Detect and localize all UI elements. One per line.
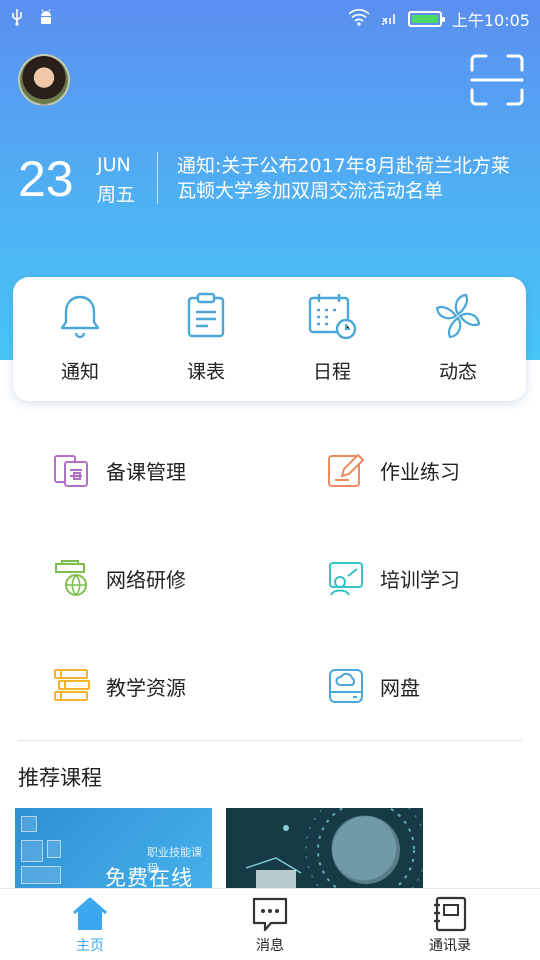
graduation-globe-icon [55,560,87,596]
tab-label: 消息 [256,938,284,954]
date-day: 23 [18,151,74,207]
training-board-icon [329,562,363,596]
cloud-drive-icon [329,669,363,703]
pinwheel-icon [435,293,481,339]
grid-item-label: 备课管理 [106,459,186,484]
grid-item-training[interactable]: 培训学习 [326,558,460,598]
grid-item-resources[interactable]: 教学资源 [52,666,186,706]
course-title: 免费在线学习 [105,866,193,888]
date-divider [157,152,158,204]
user-avatar[interactable] [18,54,70,106]
quick-action-label: 通知 [60,361,99,383]
usb-icon [10,8,24,30]
status-time: 上午10:05 [451,11,530,30]
notice-text[interactable]: 通知:关于公布2017年8月赴荷兰北方莱瓦顿大学参加双周交流活动名单 [177,154,522,204]
tab-home[interactable]: 主页 [40,895,140,955]
quick-action-notice[interactable]: 通知 [35,291,125,384]
decorative-square [21,816,37,832]
battery-icon [407,11,445,27]
date-weekday: 周五 [97,184,136,206]
tab-messages[interactable]: 消息 [220,895,320,955]
bell-icon [60,295,100,339]
quick-action-calendar[interactable]: 日程 [287,291,377,384]
books-icon [54,669,90,701]
quick-action-feed[interactable]: 动态 [413,291,503,384]
bottom-tab-bar: 主页 消息 通讯录 [0,888,540,960]
grid-item-label: 作业练习 [380,459,460,484]
grid-item-label: 教学资源 [106,675,186,700]
course-card[interactable]: 职业技能课程 免费在线学习 [15,808,212,888]
android-icon [38,8,54,30]
tab-label: 通讯录 [429,938,471,954]
decorative-square [47,840,61,858]
decorative-square [21,866,61,884]
grid-item-label: 培训学习 [380,567,460,592]
quick-action-label: 课表 [186,361,225,383]
grid-item-cloud-drive[interactable]: 网盘 [326,666,420,706]
wifi-icon [348,8,370,30]
quick-action-schedule[interactable]: 课表 [161,291,251,384]
globe-network-image [245,808,423,888]
message-icon [252,897,288,932]
pencil-note-icon [328,453,365,487]
status-bar: 上午10:05 [0,0,540,36]
contacts-icon [434,896,467,932]
calendar-clock-icon [308,294,357,340]
quick-actions-card: 通知 课表 日程 动态 [13,277,526,401]
lesson-prep-icon [54,455,88,487]
signal-icon [380,8,398,30]
tab-contacts[interactable]: 通讯录 [400,895,500,955]
home-icon [73,897,107,930]
date-month: JUN [97,154,131,176]
scan-icon [470,54,524,106]
section-divider [18,740,522,741]
decorative-square [21,840,43,862]
grid-item-online-study[interactable]: 网络研修 [52,558,186,598]
tab-label: 主页 [76,938,104,954]
quick-action-label: 动态 [438,361,477,383]
grid-item-label: 网络研修 [106,567,186,592]
quick-action-label: 日程 [312,361,351,383]
clipboard-icon [187,292,225,338]
recommended-title: 推荐课程 [18,766,102,790]
grid-item-label: 网盘 [380,675,420,700]
scan-button[interactable] [470,54,524,106]
grid-item-homework[interactable]: 作业练习 [326,450,460,490]
course-card[interactable] [226,808,423,888]
grid-item-lesson-prep[interactable]: 备课管理 [52,450,186,490]
